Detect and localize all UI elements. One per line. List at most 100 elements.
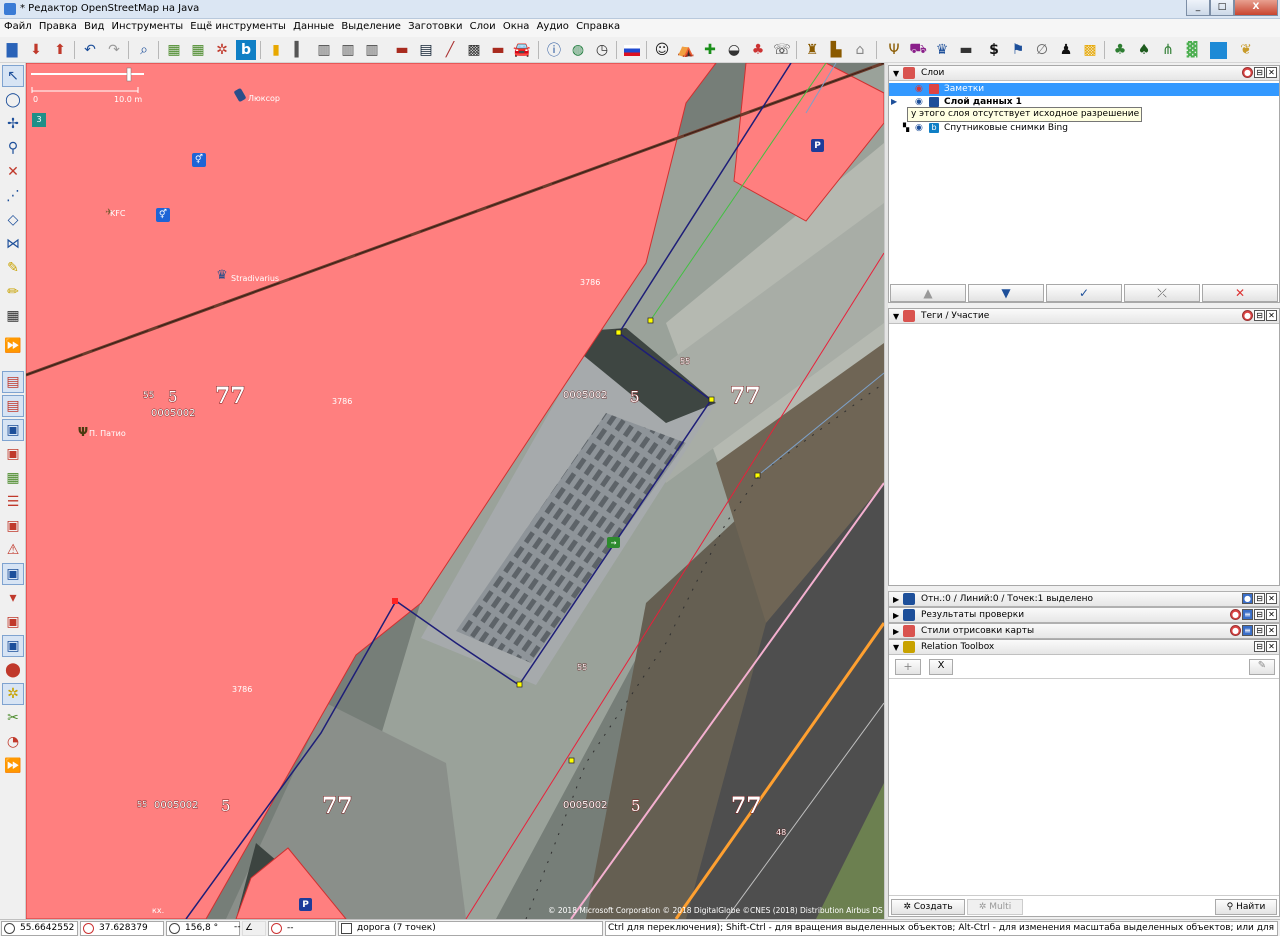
clock-icon[interactable]: ◷	[592, 40, 612, 60]
road-4-icon[interactable]: ▥	[362, 40, 382, 60]
building-tool-icon[interactable]: ▦	[2, 305, 24, 327]
expand-triangle-icon[interactable]: ▶	[893, 611, 899, 620]
create-button[interactable]: ✲ Создать	[891, 899, 965, 915]
menu-help[interactable]: Справка	[572, 19, 620, 32]
visibility-eye-icon[interactable]: ◉	[915, 97, 923, 107]
maximize-button[interactable]: □	[1210, 0, 1234, 16]
balloon-icon[interactable]: ♣	[748, 40, 768, 60]
road-2-icon[interactable]: ▥	[314, 40, 334, 60]
toilets-poi-icon[interactable]: ⚥	[192, 153, 206, 167]
tags-toggle-icon[interactable]: ▤	[2, 395, 24, 417]
filter-icon[interactable]: ▣	[2, 563, 24, 585]
picnic-icon[interactable]: ⛺	[676, 40, 696, 60]
settings-icon[interactable]: ✲	[212, 40, 232, 60]
relation-toolbox-icon[interactable]: ✲	[2, 683, 24, 705]
person-icon[interactable]: ♟	[1056, 40, 1076, 60]
brick-icon[interactable]: ▬	[488, 40, 508, 60]
draw-icon[interactable]: ✎	[2, 257, 24, 279]
parking-poi-icon[interactable]: P	[811, 139, 824, 152]
menu-view[interactable]: Вид	[80, 19, 104, 32]
styles-panel-header[interactable]: ▶ Стили отрисовки карты ● ≡ ⊟ ✕	[888, 623, 1280, 639]
water-icon[interactable]	[1208, 40, 1228, 60]
upload-icon[interactable]: ⬆	[50, 40, 70, 60]
layers-panel-header[interactable]: ▼ Слои ● ⊟ ✕	[889, 66, 1279, 81]
more-panels-icon[interactable]: ⏩	[2, 755, 24, 777]
close-icon[interactable]: ✕	[1266, 609, 1277, 620]
undo-icon[interactable]: ↶	[80, 40, 100, 60]
collapse-triangle-icon[interactable]: ▼	[893, 312, 899, 321]
imagery-icon[interactable]: ▦	[164, 40, 184, 60]
info-icon[interactable]: ⓘ	[544, 40, 564, 60]
meadow-icon[interactable]: ▓	[1182, 40, 1202, 60]
castle-icon[interactable]: ♜	[802, 40, 822, 60]
visibility-eye-icon[interactable]: ◉	[915, 84, 923, 94]
factory-icon[interactable]: ▙	[826, 40, 846, 60]
way-node[interactable]	[516, 681, 523, 688]
history-icon[interactable]: ☰	[2, 491, 24, 513]
bank-icon[interactable]: ▬	[956, 40, 976, 60]
close-icon[interactable]: ✕	[1266, 67, 1277, 78]
way-node[interactable]	[568, 757, 575, 764]
barrier-icon[interactable]: ╱	[440, 40, 460, 60]
tree-icon[interactable]: ♣	[1110, 40, 1130, 60]
multi-button[interactable]: ✲ Multi	[967, 899, 1023, 915]
map-paint-icon[interactable]: ▣	[2, 635, 24, 657]
way-node[interactable]	[708, 396, 715, 403]
car-icon[interactable]: 🚘	[512, 40, 532, 60]
activate-button[interactable]: ✓	[1046, 284, 1122, 302]
relation-icon[interactable]: ▣	[2, 611, 24, 633]
parking-poi-icon-2[interactable]: P	[299, 898, 312, 911]
minimize-button[interactable]: _	[1186, 0, 1210, 16]
menu-imagery[interactable]: Слои	[466, 19, 496, 32]
visibility-eye-icon[interactable]: ◉	[915, 123, 923, 133]
changeset-icon[interactable]: ▾	[2, 587, 24, 609]
menu-tools[interactable]: Инструменты	[108, 19, 184, 32]
settings-icon[interactable]: ≡	[1242, 609, 1253, 620]
menu-edit[interactable]: Правка	[35, 19, 77, 32]
tools-icon[interactable]: ✂	[2, 707, 24, 729]
select-tool-icon[interactable]: ↖	[2, 65, 24, 87]
close-window-button[interactable]: X	[1234, 0, 1278, 16]
wheat-icon[interactable]: ❦	[1236, 40, 1256, 60]
exit-poi-icon[interactable]: →	[607, 537, 620, 548]
close-icon[interactable]: ✕	[1266, 625, 1277, 636]
gauge-icon[interactable]: ◔	[2, 731, 24, 753]
open-file-icon[interactable]: ▇	[2, 40, 22, 60]
improve-way-icon[interactable]: ◇	[2, 209, 24, 231]
relation-list[interactable]	[889, 678, 1279, 896]
menu-windows[interactable]: Окна	[499, 19, 530, 32]
help-icon[interactable]: ●	[1230, 609, 1241, 620]
relation-toolbox-header[interactable]: ▼ Relation Toolbox ⊟ ✕	[889, 640, 1279, 655]
map-view[interactable]: 0 10.0 m 3 Люксор ⚥ ⚥ ✈ KFC ♛ Stradivari…	[26, 63, 884, 919]
way-node[interactable]	[615, 329, 622, 336]
restaurant-poi-icon[interactable]: Ψ	[76, 425, 90, 439]
money-icon[interactable]: $	[984, 40, 1004, 60]
close-icon[interactable]: ✕	[1266, 641, 1277, 652]
add-relation-button[interactable]: +	[895, 659, 921, 675]
restaurant-icon[interactable]: Ψ	[884, 40, 904, 60]
help-icon[interactable]: ●	[1230, 625, 1241, 636]
delete-tool-icon[interactable]: ✕	[2, 161, 24, 183]
way-node[interactable]	[647, 317, 654, 324]
opacity-icon[interactable]: ▚	[903, 123, 909, 132]
move-down-button[interactable]: ▼	[968, 284, 1044, 302]
menu-presets[interactable]: Заготовки	[404, 19, 462, 32]
help-icon[interactable]: ●	[1242, 310, 1253, 321]
validation-panel-header[interactable]: ▶ Результаты проверки ● ≡ ⊟ ✕	[888, 607, 1280, 623]
selection-list-icon[interactable]: ▣	[2, 419, 24, 441]
tourism-icon[interactable]: ⚑	[1008, 40, 1028, 60]
home-icon[interactable]: ⌂	[850, 40, 870, 60]
globe-icon[interactable]: ◍	[568, 40, 588, 60]
extrude-icon[interactable]: ⋈	[2, 233, 24, 255]
layer-row-bing[interactable]: ▚ ◉ b Спутниковые снимки Bing	[889, 122, 1279, 135]
conflict-icon[interactable]: ▦	[2, 467, 24, 489]
car-wash-icon[interactable]: ◒	[724, 40, 744, 60]
layers-toggle-icon[interactable]: ▤	[2, 371, 24, 393]
detach-icon[interactable]: ⊟	[1254, 641, 1265, 652]
lasso-tool-icon[interactable]: ◯	[2, 89, 24, 111]
imagery-alt-icon[interactable]: ▦	[188, 40, 208, 60]
shop-cart-icon[interactable]: ⛟	[908, 40, 928, 60]
wall-icon[interactable]: ▬	[392, 40, 412, 60]
railway-icon[interactable]: ▤	[416, 40, 436, 60]
collapse-triangle-icon[interactable]: ▼	[893, 69, 899, 78]
